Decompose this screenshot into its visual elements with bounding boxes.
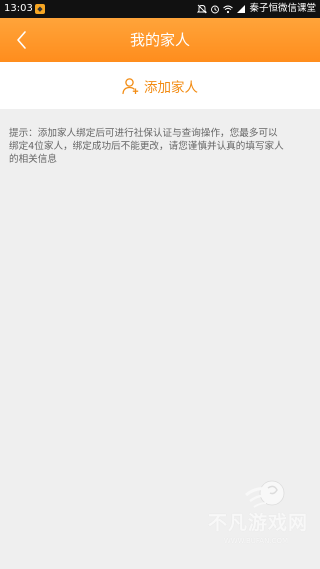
status-icons: 秦子恒微信课堂 <box>197 0 316 18</box>
add-family-button[interactable]: 添加家人 <box>0 62 320 109</box>
status-time: 13:03 <box>4 3 33 14</box>
add-person-icon <box>122 77 139 94</box>
mute-icon <box>197 4 208 14</box>
signal-icon <box>237 5 246 13</box>
notification-app-icon: ◆ <box>35 4 45 14</box>
watermark: 不凡游戏网 WWW.BUFAN.COM <box>196 477 312 545</box>
alarm-icon <box>211 5 220 14</box>
tip-text: 提示：添加家人绑定后可进行社保认证与查询操作，您最多可以 绑定4位家人，绑定成功… <box>9 128 284 165</box>
watermark-url: WWW.BUFAN.COM <box>223 537 288 545</box>
carrier-name: 秦子恒微信课堂 <box>249 3 316 14</box>
wifi-icon <box>223 5 234 14</box>
page-title: 我的家人 <box>129 31 190 49</box>
status-bar: 13:03 ◆ 秦子恒微信课堂 <box>0 0 320 18</box>
watermark-text: 不凡游戏网 <box>207 512 308 534</box>
app-header: 我的家人 <box>0 18 320 62</box>
add-family-label: 添加家人 <box>144 79 198 96</box>
